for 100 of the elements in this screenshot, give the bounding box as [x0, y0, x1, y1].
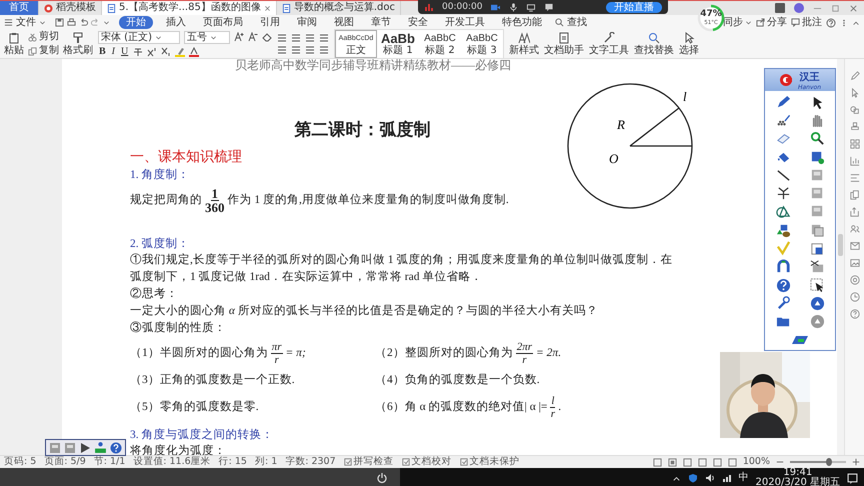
- shapes-icon[interactable]: [850, 105, 860, 115]
- paste-button[interactable]: 粘贴: [4, 32, 24, 56]
- comment-menu[interactable]: 批注: [802, 16, 822, 29]
- menu-tab[interactable]: 安全: [404, 16, 432, 29]
- geometry-icon[interactable]: [776, 204, 790, 220]
- tab[interactable]: 首页: [0, 1, 39, 15]
- chart-icon[interactable]: [850, 156, 860, 166]
- share-icon[interactable]: [850, 207, 860, 217]
- page-plus-icon[interactable]: [810, 150, 824, 165]
- avatar-icon[interactable]: [794, 3, 804, 13]
- page-icon[interactable]: [49, 442, 61, 454]
- menu-tab[interactable]: 视图: [330, 16, 358, 29]
- format-button[interactable]: B: [98, 46, 107, 58]
- edit-icon[interactable]: [682, 458, 692, 466]
- target-icon[interactable]: [850, 275, 860, 285]
- input-method[interactable]: 中: [738, 473, 749, 483]
- stamp-icon[interactable]: [850, 122, 860, 132]
- file-menu[interactable]: 文件: [16, 16, 36, 29]
- outline-icon[interactable]: [712, 458, 722, 466]
- microphone-icon[interactable]: [509, 2, 518, 12]
- select-icon[interactable]: [810, 278, 824, 293]
- network-icon[interactable]: [722, 473, 732, 483]
- read-view-icon[interactable]: [698, 458, 707, 466]
- font-field[interactable]: 宋体 (正文): [98, 30, 180, 44]
- redo-icon[interactable]: [91, 18, 100, 27]
- arrow-circle-icon[interactable]: [810, 314, 824, 330]
- zoom-in-icon[interactable]: [852, 458, 860, 466]
- download-icon[interactable]: [94, 441, 107, 454]
- volume-icon[interactable]: [704, 473, 715, 483]
- close-icon[interactable]: [264, 4, 271, 12]
- clipboard-icon[interactable]: [810, 241, 824, 256]
- zoom-level[interactable]: 100%: [742, 456, 770, 468]
- logo-icon[interactable]: [778, 73, 793, 87]
- sync-menu[interactable]: 同步: [723, 16, 743, 29]
- start-live-button[interactable]: 开始直播: [606, 2, 662, 12]
- people-icon[interactable]: [850, 224, 860, 234]
- scissors-icon[interactable]: [810, 259, 824, 274]
- restore-icon[interactable]: [831, 4, 840, 12]
- help-icon[interactable]: [826, 18, 836, 28]
- print-icon[interactable]: [67, 18, 76, 27]
- style-button[interactable]: AaBbC 标题 2: [419, 30, 461, 58]
- pen-icon[interactable]: [850, 71, 860, 81]
- audio-bars-icon[interactable]: [424, 2, 434, 12]
- style-button[interactable]: AaBbC 标题 3: [461, 30, 503, 58]
- shield-icon[interactable]: [688, 473, 698, 483]
- search-link[interactable]: 查找: [567, 16, 587, 29]
- menu-tab[interactable]: 章节: [367, 16, 395, 29]
- tool-button[interactable]: 选择: [679, 32, 699, 56]
- arrow-circle-icon[interactable]: [810, 296, 824, 311]
- check-icon[interactable]: [776, 241, 790, 256]
- pen-icon[interactable]: [776, 94, 790, 110]
- menu-tab[interactable]: 开发工具: [441, 16, 489, 29]
- page-view-icon[interactable]: [668, 458, 677, 466]
- help-icon[interactable]: [110, 442, 122, 454]
- status-button[interactable]: 文档未保护: [460, 456, 520, 468]
- tool-button[interactable]: 新样式: [509, 32, 539, 56]
- power-icon[interactable]: [376, 472, 388, 484]
- wrench-icon[interactable]: [776, 296, 790, 311]
- clock-icon[interactable]: [850, 292, 860, 302]
- menu-tab[interactable]: 审阅: [293, 16, 321, 29]
- mail-icon[interactable]: [850, 241, 860, 251]
- status-button[interactable]: 拼写检查: [344, 456, 394, 468]
- camera-icon[interactable]: [490, 2, 502, 12]
- style-button[interactable]: AaBb 标题 1: [377, 30, 419, 58]
- format-painter-button[interactable]: 格式刷: [63, 32, 93, 56]
- pages-icon[interactable]: [850, 190, 860, 200]
- menu-tab[interactable]: 特色功能: [498, 16, 546, 29]
- copy-icon[interactable]: [810, 222, 824, 238]
- grid-icon[interactable]: [850, 139, 860, 149]
- chat-icon[interactable]: [544, 2, 554, 12]
- magnifier-icon[interactable]: [810, 131, 824, 146]
- share-link[interactable]: 分享: [767, 16, 787, 29]
- line-icon[interactable]: [776, 168, 790, 183]
- list-icon[interactable]: [850, 173, 860, 183]
- menu-tab[interactable]: 页面布局: [199, 16, 247, 29]
- menu-tab[interactable]: 引用: [256, 16, 284, 29]
- size-field[interactable]: 五号: [184, 30, 230, 44]
- format-button[interactable]: U: [120, 46, 130, 58]
- status-button[interactable]: 文档校对: [402, 456, 452, 468]
- scrollbar-thumb[interactable]: [838, 234, 843, 256]
- help-icon[interactable]: [776, 278, 790, 293]
- format-button[interactable]: I: [110, 46, 116, 58]
- notification-icon[interactable]: [847, 472, 858, 484]
- cut-button[interactable]: 剪切: [28, 31, 59, 43]
- tab[interactable]: 5.【高考数学...85】函数的图像: [102, 1, 277, 15]
- tool-button[interactable]: 文档助手: [544, 32, 584, 56]
- copy-button[interactable]: 复制: [28, 45, 59, 57]
- close-icon[interactable]: [849, 4, 858, 12]
- tool-button[interactable]: 文字工具: [589, 32, 629, 56]
- brush-icon[interactable]: [776, 112, 790, 128]
- menu-tab[interactable]: 插入: [162, 16, 190, 29]
- slider-thumb[interactable]: [826, 458, 832, 466]
- help-icon[interactable]: [850, 309, 860, 319]
- solids-icon[interactable]: [776, 222, 790, 238]
- image-icon[interactable]: [850, 258, 860, 268]
- magnet-icon[interactable]: [776, 259, 790, 274]
- full-screen-icon[interactable]: [652, 458, 662, 466]
- branch-icon[interactable]: [776, 186, 790, 202]
- clock[interactable]: 19:41 2020/3/20 星期五: [756, 468, 840, 486]
- undo-icon[interactable]: [79, 18, 88, 27]
